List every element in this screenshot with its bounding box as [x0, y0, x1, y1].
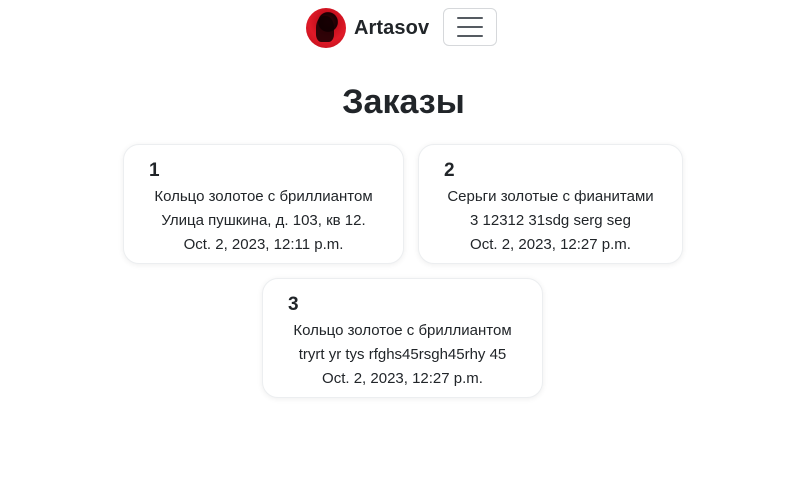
hamburger-menu-icon [457, 17, 483, 37]
navbar: Artasov [0, 0, 807, 56]
order-number: 3 [288, 294, 299, 315]
order-date: Oct. 2, 2023, 12:27 p.m. [470, 236, 631, 253]
order-card-3[interactable]: 3 Кольцо золотое с бриллиантом tryrt yr … [262, 278, 543, 398]
order-card-2[interactable]: 2 Серьги золотые с фианитами 3 12312 31s… [418, 144, 683, 264]
order-product: Кольцо золотое с бриллиантом [293, 322, 512, 339]
page-title: Заказы [342, 83, 465, 121]
order-date: Oct. 2, 2023, 12:11 p.m. [183, 236, 344, 253]
order-details: Серьги золотые с фианитами 3 12312 31sdg… [419, 185, 682, 257]
order-details: Кольцо золотое с бриллиантом Улица пушки… [124, 185, 403, 257]
order-details: Кольцо золотое с бриллиантом tryrt yr ty… [263, 319, 542, 391]
order-card-1[interactable]: 1 Кольцо золотое с бриллиантом Улица пуш… [123, 144, 404, 264]
order-number: 2 [444, 160, 455, 181]
order-product: Серьги золотые с фианитами [447, 188, 654, 205]
order-address: Улица пушкина, д. 103, кв 12. [161, 212, 366, 229]
order-address: 3 12312 31sdg serg seg [470, 212, 631, 229]
order-product: Кольцо золотое с бриллиантом [154, 188, 373, 205]
user-avatar-icon [306, 8, 346, 48]
menu-toggle-button[interactable] [443, 8, 497, 46]
order-date: Oct. 2, 2023, 12:27 p.m. [322, 370, 483, 387]
order-address: tryrt yr tys rfghs45rsgh45rhy 45 [298, 346, 507, 363]
brand-name: Artasov [354, 16, 430, 39]
order-number: 1 [149, 160, 160, 181]
brand-link[interactable]: Artasov [306, 8, 429, 48]
